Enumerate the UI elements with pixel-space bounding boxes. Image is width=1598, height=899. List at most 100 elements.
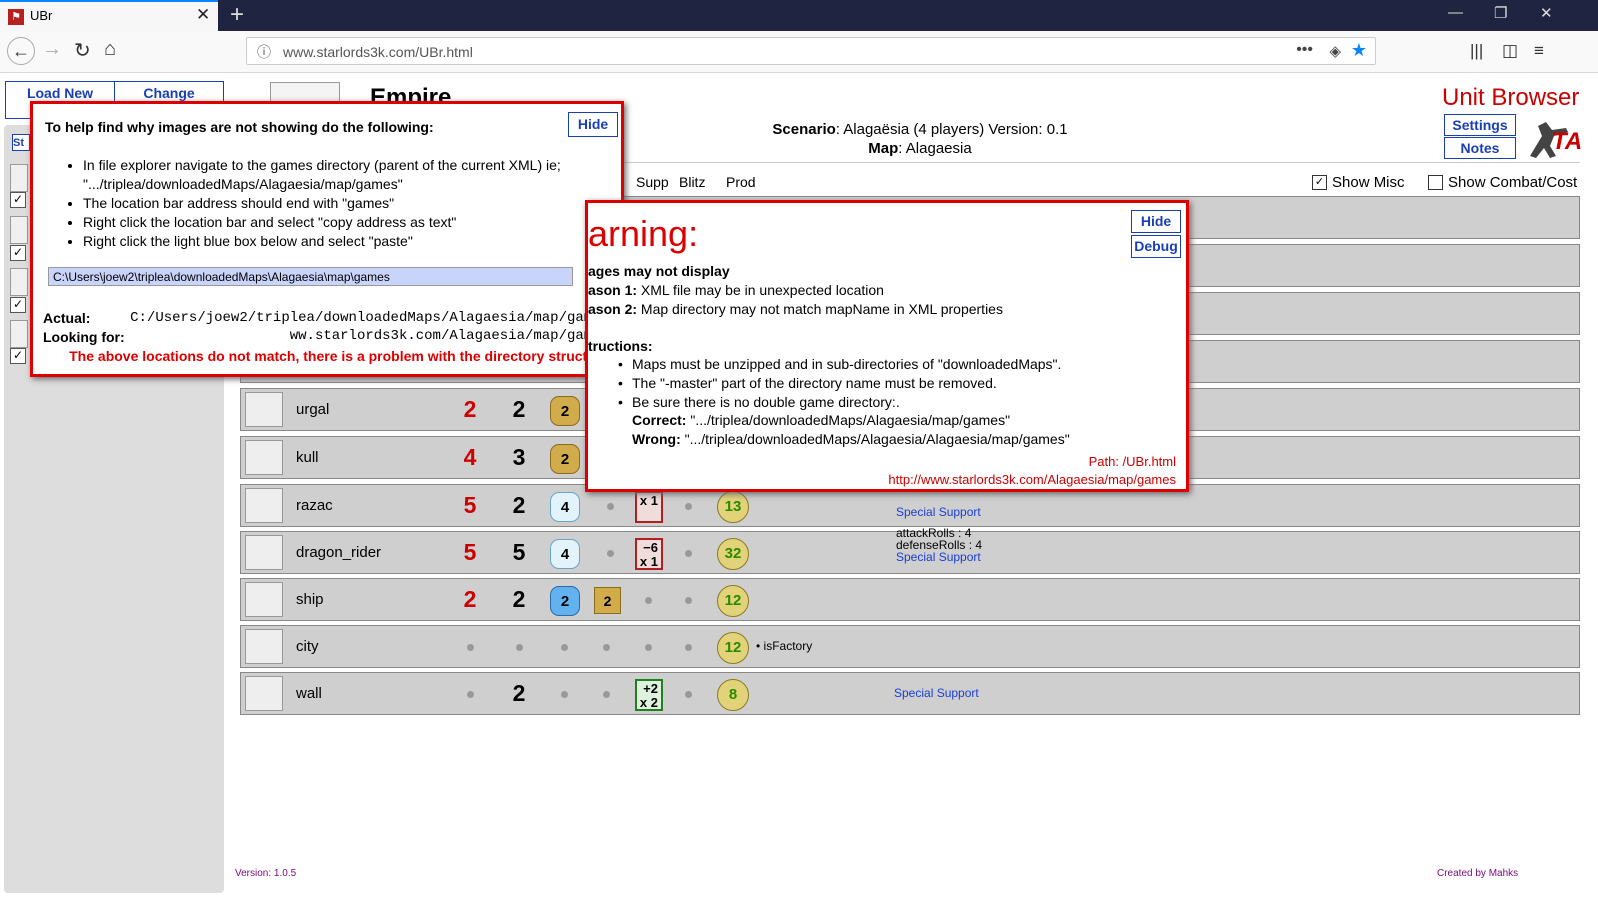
defense-value: 2 — [512, 586, 526, 612]
move-badge: 2 — [550, 586, 580, 616]
prod-cost-badge: 13 — [717, 491, 749, 523]
column-header-supp[interactable]: Supp — [636, 174, 669, 190]
sidebar-checkbox[interactable]: ✓ — [10, 192, 26, 208]
pocket-icon[interactable]: ◈ — [1329, 42, 1341, 60]
table-row[interactable]: wall 2 +2 x 2 8 Special Support — [240, 672, 1580, 715]
reason-1-text: XML file may be in unexpected location — [637, 282, 884, 298]
special-support-link[interactable]: Special Support — [894, 686, 979, 700]
sidebar-checkbox[interactable]: ✓ — [10, 297, 26, 313]
attack-value: 2 — [463, 396, 477, 422]
tab-close-icon[interactable]: ✕ — [196, 5, 210, 25]
forward-arrow-icon[interactable]: → — [42, 38, 62, 61]
unit-image-placeholder — [10, 216, 28, 244]
empty-dot — [685, 691, 692, 698]
version-label: Version: 1.0.5 — [235, 868, 297, 879]
restore-button[interactable]: ❐ — [1494, 4, 1507, 22]
special-support-link[interactable]: Special Support — [896, 505, 981, 519]
notes-button[interactable]: Notes — [1444, 137, 1516, 159]
path-input[interactable]: C:\Users\joew2\triplea\downloadedMaps\Al… — [48, 267, 573, 286]
info-icon[interactable]: ⓘ — [257, 42, 271, 62]
hide-button[interactable]: Hide — [568, 112, 618, 137]
home-icon[interactable]: ⌂ — [104, 38, 116, 61]
show-misc-checkbox[interactable]: ✓ — [1312, 175, 1327, 190]
defense-value: 2 — [512, 492, 526, 518]
list-item: The location bar address should end with… — [83, 194, 563, 213]
sidebar-checkbox[interactable]: ✓ — [10, 348, 26, 364]
unit-name: kull — [296, 449, 319, 466]
credit-label: Created by Mahks — [1437, 868, 1519, 879]
empty-dot — [607, 503, 614, 510]
attack-value: 4 — [463, 444, 477, 470]
prod-cost-badge: 12 — [717, 585, 749, 617]
unit-image — [245, 535, 283, 570]
attack-value: 5 — [463, 492, 477, 518]
library-icon[interactable]: ||| — [1470, 41, 1483, 61]
warning-subtitle: ages may not display — [588, 263, 730, 279]
looking-for-label: Looking for: — [43, 329, 125, 345]
minimize-button[interactable]: — — [1448, 4, 1463, 21]
url-bar[interactable]: ⓘ www.starlords3k.com/UBr.html ••• ◈ ★ — [246, 37, 1376, 65]
scenario-info: Scenario: Alagaësia (4 players) Version:… — [600, 120, 1240, 158]
unit-image — [245, 629, 283, 664]
reason-1-label: ason 1: — [588, 282, 638, 298]
show-combat-cost-checkbox[interactable] — [1428, 175, 1443, 190]
settings-button[interactable]: Settings — [1444, 114, 1516, 136]
reason-2-text: Map directory may not match mapName in X… — [637, 301, 1003, 317]
modifier-value: −6 — [643, 540, 658, 555]
warning-dialog: arning: Hide Debug ages may not display … — [585, 200, 1189, 492]
table-row[interactable]: ship 2 2 2 2 12 — [240, 578, 1580, 621]
prod-cost-badge: 32 — [717, 538, 749, 570]
triplea-logo: TA — [1522, 112, 1582, 162]
warning-url: http://www.starlords3k.com/Alagaesia/map… — [888, 472, 1176, 487]
attack-value: 5 — [463, 539, 477, 565]
wrong-label: Wrong: — [632, 431, 681, 447]
page-actions-icon[interactable]: ••• — [1296, 41, 1313, 59]
attack-value: 2 — [463, 586, 477, 612]
empty-dot — [685, 503, 692, 510]
sidebar-toggle-icon[interactable]: ◫ — [1502, 41, 1518, 61]
looking-for-value: ww.starlords3k.com/Alagaesia/map/games — [289, 328, 609, 344]
instruction-3: • Be sure there is no double game directo… — [618, 394, 900, 410]
unit-browser-title: Unit Browser — [1442, 84, 1580, 111]
list-item: Right click the light blue box below and… — [83, 232, 563, 251]
map-value: : Alagaesia — [898, 140, 972, 157]
hide-button[interactable]: Hide — [1131, 210, 1181, 233]
sidebar-checkbox[interactable]: ✓ — [10, 245, 26, 261]
move-badge: 4 — [550, 539, 580, 569]
browser-tab[interactable]: ⚑ UBr ✕ — [0, 0, 218, 31]
back-arrow-icon[interactable]: ← — [7, 37, 35, 65]
unit-image — [245, 440, 283, 475]
empty-dot — [516, 644, 523, 651]
bookmark-star-icon[interactable]: ★ — [1351, 40, 1367, 61]
debug-button[interactable]: Debug — [1131, 235, 1181, 258]
show-misc-label: Show Misc — [1332, 174, 1405, 191]
menu-icon[interactable]: ≡ — [1534, 41, 1544, 61]
move-badge: 2 — [550, 396, 580, 426]
warning-title: arning: — [588, 213, 699, 254]
support-modifier: +2 x 2 — [635, 679, 663, 711]
new-tab-button[interactable]: + — [230, 1, 244, 29]
instruction-2: • The "-master" part of the directory nam… — [618, 375, 997, 391]
table-row[interactable]: dragon_rider 5 5 4 −6 x 1 32 attackRolls … — [240, 527, 1580, 574]
warning-path: Path: /UBr.html — [1088, 454, 1176, 469]
reason-2-label: ason 2: — [588, 301, 638, 317]
reload-icon[interactable]: ↻ — [74, 38, 91, 63]
url-text[interactable]: www.starlords3k.com/UBr.html — [283, 44, 473, 60]
tab-title: UBr — [30, 8, 53, 23]
empty-dot — [607, 550, 614, 557]
unit-image-placeholder — [10, 320, 28, 348]
empty-dot — [467, 691, 474, 698]
column-header-blitz[interactable]: Blitz — [679, 174, 705, 190]
modifier-count: x 1 — [639, 493, 658, 508]
unit-image — [245, 488, 283, 523]
instruction-text: The "-master" part of the directory name… — [632, 375, 997, 391]
table-row[interactable]: city 12 • isFactory — [240, 625, 1580, 668]
window-close-button[interactable]: ✕ — [1540, 4, 1553, 22]
column-header-prod[interactable]: Prod — [726, 174, 756, 190]
wrong-text: ".../triplea/downloadedMaps/Alagaesia/Al… — [680, 431, 1070, 447]
special-support-link[interactable]: Special Support — [896, 551, 982, 563]
misc-info: attackRolls : 4 defenseRolls : 4 Special… — [896, 527, 982, 563]
unit-name: urgal — [296, 401, 330, 418]
unit-image-placeholder — [10, 268, 28, 296]
sidebar-tab[interactable]: St — [12, 134, 30, 151]
